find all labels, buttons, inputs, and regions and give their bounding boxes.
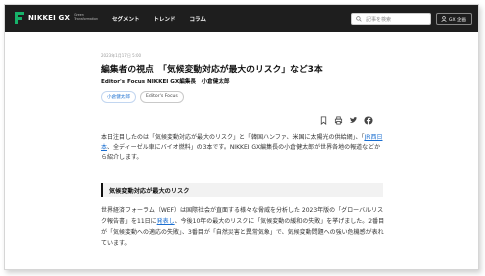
tag-author[interactable]: 小倉健太郎 bbox=[101, 91, 136, 103]
article-body: 世界経済フォーラム（WEF）は国際社会が直面する様々な脅威を分析した 2023年… bbox=[101, 205, 387, 249]
site-logo[interactable]: NIKKEI GX Green Transformation bbox=[15, 12, 98, 24]
search-input[interactable]: 記事を検索 bbox=[351, 13, 431, 25]
intro-text-1: 本日注目したのは「気候変動対応が最大のリスク」と「韓国ハンファ、米国に太陽光の供… bbox=[101, 134, 365, 141]
intro-text-2: 、全ディーゼル車にバイオ燃料」の3本です。NIKKEI GX編集長の小倉健太郎が… bbox=[101, 144, 381, 161]
body-link-announce[interactable]: 発表し bbox=[157, 218, 175, 225]
nav-item-segment[interactable]: セグメント bbox=[112, 15, 140, 23]
facebook-icon[interactable] bbox=[364, 110, 373, 125]
nav-item-trend[interactable]: トレンド bbox=[154, 15, 176, 23]
twitter-icon[interactable] bbox=[349, 110, 358, 124]
site-header: NIKKEI GX Green Transformation セグメント トレン… bbox=[5, 5, 478, 32]
search-placeholder: 記事を検索 bbox=[366, 17, 392, 23]
article-byline: Editor's Focus NIKKEI GX編集長 小倉健太郎 bbox=[101, 79, 230, 85]
article-tags: 小倉健太郎 Editor's Focus bbox=[101, 91, 184, 103]
search-icon bbox=[356, 16, 362, 22]
logo-subtitle: Green Transformation bbox=[74, 13, 98, 21]
browser-frame: NIKKEI GX Green Transformation セグメント トレン… bbox=[4, 4, 479, 270]
article-date: 2023年1月17日 5:00 bbox=[101, 53, 142, 58]
main-nav: セグメント トレンド コラム bbox=[112, 15, 206, 23]
nav-item-column[interactable]: コラム bbox=[190, 15, 206, 23]
logo-text: NIKKEI GX bbox=[28, 14, 71, 22]
bookmark-icon[interactable] bbox=[319, 110, 328, 125]
tag-editors-focus[interactable]: Editor's Focus bbox=[139, 91, 184, 103]
login-label: GX 企画 bbox=[449, 18, 467, 23]
logo-mark-icon bbox=[15, 12, 24, 24]
article-intro: 本日注目したのは「気候変動対応が最大のリスク」と「韓国ハンファ、米国に太陽光の供… bbox=[101, 133, 383, 163]
article-headline: 編集者の視点 「気候変動対応が最大のリスク」など3本 bbox=[101, 65, 323, 75]
login-button[interactable]: GX 企画 bbox=[436, 13, 472, 25]
print-icon[interactable] bbox=[334, 110, 343, 125]
share-bar bbox=[319, 110, 373, 125]
user-icon bbox=[441, 16, 447, 22]
section-heading: 気候変動対応が最大のリスク bbox=[101, 183, 383, 197]
